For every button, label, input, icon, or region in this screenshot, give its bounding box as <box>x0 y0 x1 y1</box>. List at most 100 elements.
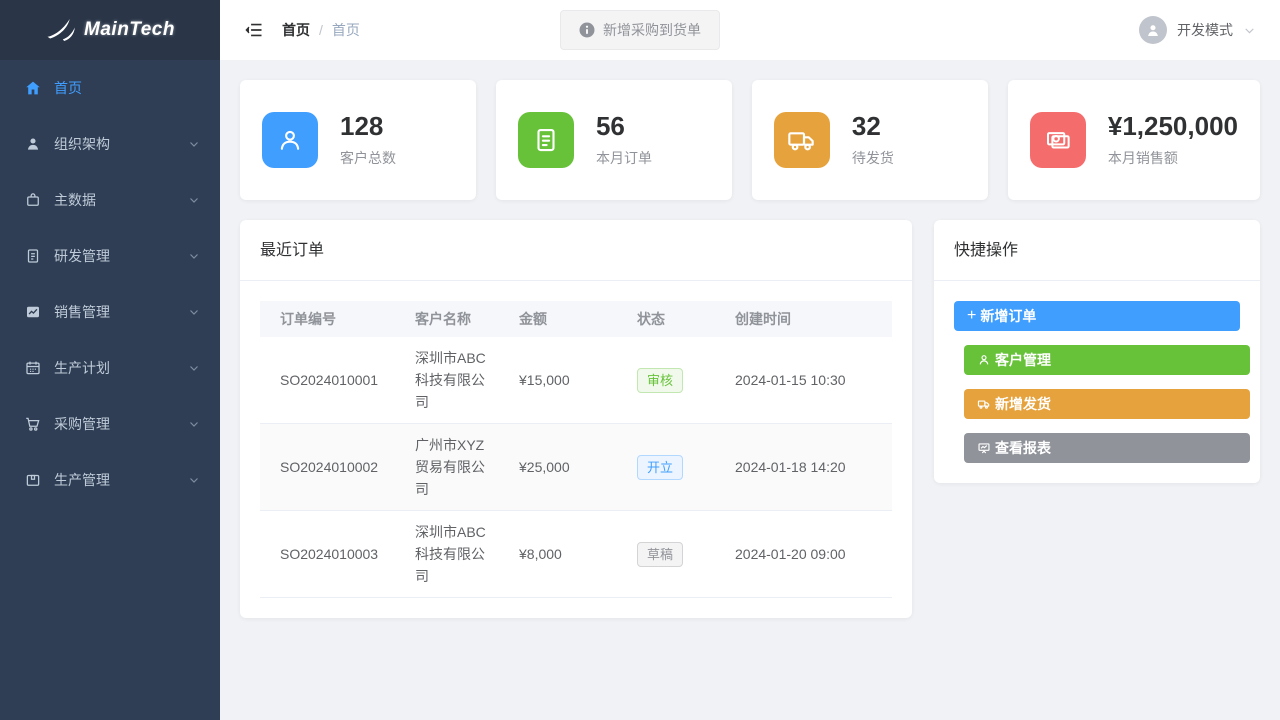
sidebar-item-purchasing[interactable]: 采购管理 <box>0 396 220 452</box>
report-icon <box>977 441 991 455</box>
table-row[interactable]: SO2024010001 深圳市ABC科技有限公司 ¥15,000 审核 202… <box>260 337 892 424</box>
orders-icon <box>518 112 574 168</box>
money-icon <box>1030 112 1086 168</box>
new-purchase-arrival-button[interactable]: 新增采购到货单 <box>560 10 720 50</box>
status-badge: 草稿 <box>637 542 683 567</box>
sidebar-item-label: 主数据 <box>54 190 96 210</box>
customers-icon <box>262 112 318 168</box>
stat-card-monthly-orders: 56 本月订单 <box>496 80 732 200</box>
col-customer: 客户名称 <box>401 301 505 337</box>
order-amount: ¥15,000 <box>505 337 623 424</box>
quick-actions-title: 快捷操作 <box>934 220 1260 281</box>
brand-swoosh-icon <box>45 17 79 43</box>
order-created: 2024-01-20 09:00 <box>721 511 892 598</box>
status-badge: 开立 <box>637 455 683 480</box>
stat-label: 待发货 <box>852 148 894 168</box>
new-shipment-button[interactable]: 新增发货 <box>964 389 1250 419</box>
stat-value: 128 <box>340 112 396 141</box>
stat-card-customers: 128 客户总数 <box>240 80 476 200</box>
info-icon <box>579 22 595 38</box>
breadcrumb: 首页 / 首页 <box>282 20 360 40</box>
chevron-down-icon <box>188 194 200 206</box>
sidebar-item-label: 研发管理 <box>54 246 110 266</box>
cart-icon <box>24 415 42 433</box>
table-row[interactable]: SO2024010003 深圳市ABC科技有限公司 ¥8,000 草稿 2024… <box>260 511 892 598</box>
stat-value: 56 <box>596 112 652 141</box>
sidebar-nav: 首页 组织架构 主数据 研发管理 销售管理 生产计划 <box>0 60 220 508</box>
sidebar-item-label: 采购管理 <box>54 414 110 434</box>
chevron-down-icon <box>188 474 200 486</box>
breadcrumb-root[interactable]: 首页 <box>282 20 310 40</box>
status-badge: 审核 <box>637 368 683 393</box>
stat-card-monthly-sales: ¥1,250,000 本月销售额 <box>1008 80 1260 200</box>
order-id: SO2024010002 <box>260 424 401 511</box>
chevron-down-icon <box>1243 24 1256 37</box>
new-shipment-label: 新增发货 <box>995 394 1051 414</box>
stat-label: 客户总数 <box>340 148 396 168</box>
view-reports-label: 查看报表 <box>995 438 1051 458</box>
truck-icon <box>977 397 991 411</box>
sidebar-collapse-icon[interactable] <box>244 20 264 40</box>
table-header-row: 订单编号 客户名称 金额 状态 创建时间 <box>260 301 892 337</box>
stat-cards: 128 客户总数 56 本月订单 32 待发货 <box>240 80 1260 200</box>
table-row[interactable]: SO2024010002 广州市XYZ贸易有限公司 ¥25,000 开立 202… <box>260 424 892 511</box>
bag-icon <box>24 191 42 209</box>
chevron-down-icon <box>188 362 200 374</box>
chevron-down-icon <box>188 306 200 318</box>
sidebar-item-label: 生产计划 <box>54 358 110 378</box>
package-icon <box>24 471 42 489</box>
order-customer: 深圳市ABC科技有限公司 <box>401 511 505 598</box>
order-created: 2024-01-18 14:20 <box>721 424 892 511</box>
topbar: 首页 / 首页 新增采购到货单 开发模式 <box>220 0 1280 60</box>
view-reports-button[interactable]: 查看报表 <box>964 433 1250 463</box>
col-amount: 金额 <box>505 301 623 337</box>
user-icon <box>24 135 42 153</box>
sidebar-item-label: 组织架构 <box>54 134 110 154</box>
user-icon <box>977 353 991 367</box>
new-purchase-arrival-label: 新增采购到货单 <box>603 20 701 40</box>
order-customer: 广州市XYZ贸易有限公司 <box>401 424 505 511</box>
stat-value: 32 <box>852 112 894 141</box>
order-customer: 深圳市ABC科技有限公司 <box>401 337 505 424</box>
recent-orders-title: 最近订单 <box>240 220 912 281</box>
sidebar-item-sales[interactable]: 销售管理 <box>0 284 220 340</box>
stat-label: 本月销售额 <box>1108 148 1238 168</box>
order-amount: ¥25,000 <box>505 424 623 511</box>
col-order-id: 订单编号 <box>260 301 401 337</box>
customer-management-button[interactable]: 客户管理 <box>964 345 1250 375</box>
order-amount: ¥8,000 <box>505 511 623 598</box>
sidebar-item-label: 销售管理 <box>54 302 110 322</box>
new-order-label: 新增订单 <box>980 306 1036 326</box>
recent-orders-panel: 最近订单 订单编号 客户名称 金额 状态 创建时间 <box>240 220 912 618</box>
sidebar-item-production-plan[interactable]: 生产计划 <box>0 340 220 396</box>
home-icon <box>24 79 42 97</box>
stat-value: ¥1,250,000 <box>1108 112 1238 141</box>
chevron-down-icon <box>188 250 200 262</box>
quick-actions-panel: 快捷操作 + 新增订单 客户管理 新增发货 <box>934 220 1260 483</box>
avatar <box>1139 16 1167 44</box>
sidebar-item-master-data[interactable]: 主数据 <box>0 172 220 228</box>
page-content: 128 客户总数 56 本月订单 32 待发货 <box>220 60 1280 638</box>
breadcrumb-separator: / <box>319 22 323 38</box>
sidebar-item-rnd[interactable]: 研发管理 <box>0 228 220 284</box>
sidebar-item-organization[interactable]: 组织架构 <box>0 116 220 172</box>
sidebar-item-home[interactable]: 首页 <box>0 60 220 116</box>
orders-table: 订单编号 客户名称 金额 状态 创建时间 SO2024010001 深圳市ABC… <box>260 301 892 598</box>
chart-icon <box>24 303 42 321</box>
stat-label: 本月订单 <box>596 148 652 168</box>
order-id: SO2024010003 <box>260 511 401 598</box>
user-menu[interactable]: 开发模式 <box>1139 16 1256 44</box>
plus-icon: + <box>967 308 976 324</box>
col-created: 创建时间 <box>721 301 892 337</box>
chevron-down-icon <box>188 138 200 150</box>
brand-name: MainTech <box>84 19 175 41</box>
truck-icon <box>774 112 830 168</box>
new-order-button[interactable]: + 新增订单 <box>954 301 1240 331</box>
customer-management-label: 客户管理 <box>995 350 1051 370</box>
sidebar-item-manufacturing[interactable]: 生产管理 <box>0 452 220 508</box>
sidebar-item-label: 首页 <box>54 78 82 98</box>
chevron-down-icon <box>188 418 200 430</box>
stat-card-pending-shipments: 32 待发货 <box>752 80 988 200</box>
order-created: 2024-01-15 10:30 <box>721 337 892 424</box>
sidebar-item-label: 生产管理 <box>54 470 110 490</box>
